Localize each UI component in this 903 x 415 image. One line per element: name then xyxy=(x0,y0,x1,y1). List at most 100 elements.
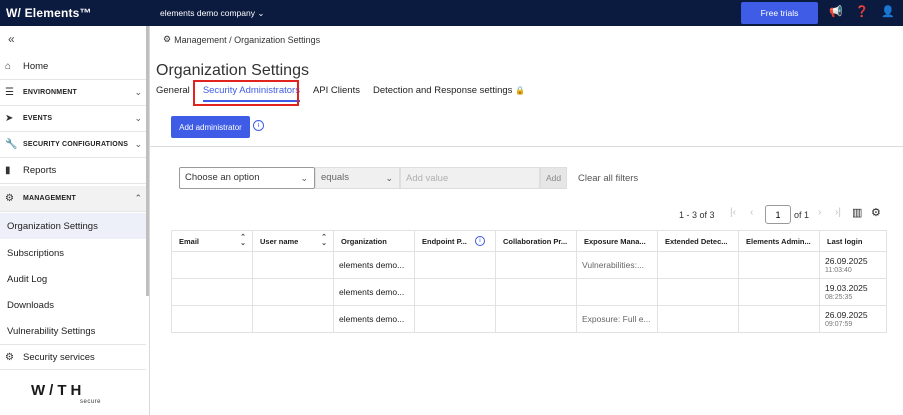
sidebar-item-management[interactable]: ⚙ MANAGEMENT ⌃ xyxy=(0,186,146,212)
columns-icon[interactable]: ▥ xyxy=(852,206,862,219)
collapse-sidebar-icon[interactable]: « xyxy=(8,32,15,46)
column-header-last-login[interactable]: Last login xyxy=(819,230,887,252)
column-header-label: Collaboration Pr... xyxy=(503,236,568,246)
organization-cell: elements demo... xyxy=(333,251,415,279)
add-administrator-button[interactable]: Add administrator xyxy=(171,116,250,138)
filter-field-select[interactable]: Choose an option ⌄ xyxy=(179,167,315,189)
administrators-table: Email ⌃ ⌄ User name ⌃ ⌄ Organization Endpoin… xyxy=(171,230,887,333)
column-header-collaboration-protection[interactable]: Collaboration Pr... xyxy=(495,230,577,252)
column-header-elements-admin[interactable]: Elements Admin... xyxy=(738,230,820,252)
table-row[interactable]: elements demo... 19.03.2025 08:25:35 xyxy=(171,278,887,306)
prev-page-icon[interactable]: ‹ xyxy=(750,207,753,218)
exposure-cell: Vulnerabilities:... xyxy=(576,251,658,279)
sidebar-item-home[interactable]: ⌂ Home xyxy=(0,54,146,80)
company-selector[interactable]: elements demo company ⌄ xyxy=(160,8,264,19)
last-login-cell: 26.09.2025 11:03:40 xyxy=(819,251,887,279)
company-name: elements demo company xyxy=(160,8,255,18)
column-header-label: User name xyxy=(260,236,299,246)
last-page-icon[interactable]: ›| xyxy=(835,207,841,218)
gear-icon: ⚙ xyxy=(163,34,172,44)
filter-field-value: Choose an option xyxy=(185,172,260,183)
sidebar-item-security-configurations[interactable]: 🔧 SECURITY CONFIGURATIONS ⌄ xyxy=(0,132,146,158)
sidebar-item-label: Home xyxy=(23,61,49,72)
table-row[interactable]: elements demo... Vulnerabilities:... 26.… xyxy=(171,251,887,279)
chevron-down-icon: ⌄ xyxy=(257,8,265,18)
sidebar-item-label: ENVIRONMENT xyxy=(23,89,77,96)
chevron-down-icon: ⌄ xyxy=(134,113,142,123)
withsecure-logo-sub: secure xyxy=(80,399,102,405)
page-total: of 1 xyxy=(794,210,810,220)
column-header-label: Exposure Mana... xyxy=(584,236,646,246)
column-header-label: Last login xyxy=(827,236,863,246)
sidebar-item-downloads[interactable]: Downloads xyxy=(0,292,146,318)
filter-value-input[interactable] xyxy=(400,167,540,189)
sidebar-item-events[interactable]: ➤ EVENTS ⌄ xyxy=(0,106,146,132)
sidebar-item-subscriptions[interactable]: Subscriptions xyxy=(0,240,146,266)
column-header-extended-detection[interactable]: Extended Detec... xyxy=(657,230,739,252)
withsecure-logo: W/TH xyxy=(31,382,86,399)
tab-general[interactable]: General xyxy=(156,85,190,102)
tab-detection-response-settings[interactable]: Detection and Response settings 🔒 xyxy=(373,85,525,102)
next-page-icon[interactable]: › xyxy=(818,207,821,218)
sidebar: « ⌂ Home ☰ ENVIRONMENT ⌄ ➤ EVENTS ⌄ 🔧 SE… xyxy=(0,26,150,415)
lock-icon: 🔒 xyxy=(515,86,525,95)
exposure-cell xyxy=(576,278,658,306)
gear-icon: ⚙ xyxy=(5,193,14,204)
tab-label: Detection and Response settings xyxy=(372,85,513,96)
breadcrumb: ⚙ Management / Organization Settings xyxy=(163,34,320,45)
help-icon[interactable]: ❓ xyxy=(855,5,869,19)
last-login-cell: 26.09.2025 09:07:59 xyxy=(819,305,887,333)
add-filter-button[interactable]: Add xyxy=(540,167,567,189)
sidebar-item-organization-settings[interactable]: Organization Settings xyxy=(0,213,146,239)
filter-operator-value: equals xyxy=(321,172,349,183)
breadcrumb-text[interactable]: Management / Organization Settings xyxy=(174,35,320,45)
gear-icon[interactable]: ⚙ xyxy=(871,206,881,219)
table-row[interactable]: elements demo... Exposure: Full e... 26.… xyxy=(171,305,887,333)
chevron-up-icon: ⌃ xyxy=(134,193,142,203)
last-login-date: 19.03.2025 xyxy=(825,283,868,293)
column-header-label: Organization xyxy=(341,236,387,246)
clear-all-filters-link[interactable]: Clear all filters xyxy=(578,173,638,184)
free-trials-button[interactable]: Free trials xyxy=(741,2,818,24)
chevron-down-icon: ⌄ xyxy=(300,173,308,183)
sidebar-item-reports[interactable]: ▮ Reports xyxy=(0,158,146,184)
column-header-label: Email xyxy=(179,236,200,246)
sidebar-item-audit-log[interactable]: Audit Log xyxy=(0,266,146,292)
first-page-icon[interactable]: |‹ xyxy=(730,207,736,218)
sidebar-item-security-services[interactable]: ⚙ Security services xyxy=(0,344,146,370)
sidebar-item-label: EVENTS xyxy=(23,115,53,122)
page-number-input[interactable] xyxy=(765,205,791,224)
tab-api-clients[interactable]: API Clients xyxy=(313,85,360,102)
column-header-exposure-management[interactable]: Exposure Mana... xyxy=(576,230,658,252)
sidebar-item-vulnerability-settings[interactable]: Vulnerability Settings xyxy=(0,318,146,344)
megaphone-icon[interactable]: 📢 xyxy=(829,5,843,19)
sort-icon[interactable]: ⌃ ⌄ xyxy=(321,234,327,247)
chevron-down-icon: ⌄ xyxy=(385,173,393,183)
bar-chart-icon: ▮ xyxy=(5,165,11,176)
last-login-date: 26.09.2025 xyxy=(825,310,868,320)
events-icon: ➤ xyxy=(5,113,14,124)
last-login-time: 09:07:59 xyxy=(825,321,853,328)
sort-icon[interactable]: ⌃ ⌄ xyxy=(240,234,246,247)
info-icon[interactable]: i xyxy=(253,120,264,131)
organization-cell: elements demo... xyxy=(333,305,415,333)
sidebar-item-environment[interactable]: ☰ ENVIRONMENT ⌄ xyxy=(0,80,146,106)
last-login-time: 08:25:35 xyxy=(825,294,853,301)
filter-operator-select[interactable]: equals ⌄ xyxy=(315,167,400,189)
list-icon: ☰ xyxy=(5,87,14,98)
column-header-endpoint-protection[interactable]: Endpoint P... i xyxy=(414,230,496,252)
exposure-cell: Exposure: Full e... xyxy=(576,305,658,333)
user-icon[interactable]: 👤 xyxy=(881,5,895,19)
column-header-label: Extended Detec... xyxy=(665,236,728,246)
info-icon[interactable]: i xyxy=(475,236,485,246)
column-header-organization[interactable]: Organization xyxy=(333,230,415,252)
column-header-username[interactable]: User name ⌃ ⌄ xyxy=(252,230,334,252)
column-header-email[interactable]: Email ⌃ ⌄ xyxy=(171,230,253,252)
top-bar: W/ Elements™ elements demo company ⌄ Fre… xyxy=(0,0,903,26)
chevron-down-icon: ⌄ xyxy=(134,139,142,149)
divider xyxy=(150,146,903,147)
app-logo[interactable]: W/ Elements™ xyxy=(6,6,92,20)
sidebar-scrollbar[interactable] xyxy=(146,26,149,296)
column-header-label: Elements Admin... xyxy=(746,236,811,246)
sidebar-item-label: Security services xyxy=(23,351,95,363)
